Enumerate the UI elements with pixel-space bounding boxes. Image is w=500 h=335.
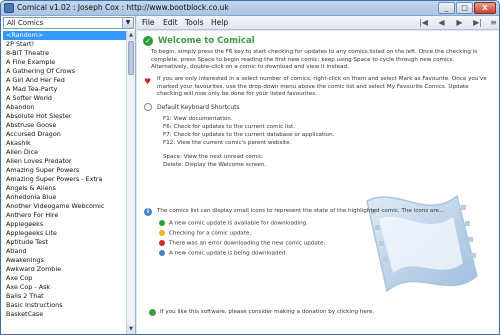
close-button[interactable]: X [474, 2, 496, 14]
first-comic-icon[interactable]: |◀ [417, 17, 430, 28]
next-comic-icon[interactable]: ▶ [453, 17, 466, 28]
comic-list-item[interactable]: Balls 2 That [3, 292, 126, 301]
app-icon [4, 3, 14, 13]
last-comic-icon[interactable]: ▶| [471, 17, 484, 28]
comic-list-item[interactable]: Anthero For Hire [3, 211, 126, 220]
shortcut-space: Space: View the next unread comic. [163, 154, 264, 160]
shortcut-f12: F12: View the current comic's parent web… [163, 140, 292, 146]
checkmark-icon: ✓ [143, 36, 153, 46]
menu-tools[interactable]: Tools [185, 18, 203, 27]
comic-list-item[interactable]: Awakenings [3, 256, 126, 265]
comic-list-item[interactable]: Atland [3, 247, 126, 256]
comic-list-item[interactable]: Abandon [3, 103, 126, 112]
shortcut-delete: Delete: Display the Welcome screen. [163, 162, 267, 168]
comic-list-item[interactable]: A Gathering Of Crows [3, 67, 126, 76]
comic-list-item[interactable]: Awkward Zombie [3, 265, 126, 274]
window-title: Comical v1.02 : Joseph Cox : http://www.… [17, 3, 229, 12]
comic-list-item[interactable]: A Mad Tea-Party [3, 85, 126, 94]
red-dot-icon [159, 240, 165, 246]
comic-list-item[interactable]: BasketCase [3, 310, 126, 319]
comic-list-item[interactable]: Alien Dice [3, 148, 126, 157]
comic-filter-value: All Comics [7, 19, 44, 27]
shortcut-f6: F6: Check for updates to the current com… [163, 124, 295, 130]
info-icon: i [144, 208, 152, 216]
view-options-icon[interactable]: ≡ [487, 17, 499, 28]
legend-new-available: A new comic update is available for down… [159, 220, 308, 227]
comic-list-item[interactable]: A Softer World [3, 94, 126, 103]
gear-icon [144, 103, 152, 111]
comic-list-item[interactable]: Aptitude Test [3, 238, 126, 247]
menu-bar: File Edit Tools Help |◀ ◀ ▶ ▶| ≡ [137, 16, 499, 30]
comic-list-item[interactable]: Applegeeks Lite [3, 229, 126, 238]
previous-comic-icon[interactable]: ◀ [435, 17, 448, 28]
favourites-paragraph: If you are only interested in a select n… [157, 76, 487, 97]
yellow-dot-icon [159, 230, 165, 236]
scroll-thumb[interactable] [128, 41, 134, 75]
comic-list-item[interactable]: Abstruse Goose [3, 121, 126, 130]
shortcut-f7: F7: Check for updates to the current dat… [163, 132, 335, 138]
title-bar[interactable]: Comical v1.02 : Joseph Cox : http://www.… [1, 1, 499, 16]
comic-list-pane: All Comics ▼ <Random> 2P Start! 8-BIT Thea… [1, 16, 136, 334]
menu-help[interactable]: Help [211, 18, 228, 27]
comic-list-item[interactable]: Accursed Dragon [3, 130, 126, 139]
green-dot-icon [159, 220, 165, 226]
comic-list-item[interactable]: Another Videogame Webcomic [3, 202, 126, 211]
comic-list-item[interactable]: A Fine Example [3, 58, 126, 67]
app-window: Comical v1.02 : Joseph Cox : http://www.… [0, 0, 500, 335]
scroll-down-icon[interactable]: ▼ [127, 325, 135, 334]
maximize-button[interactable]: □ [456, 2, 473, 14]
comic-filter-dropdown[interactable]: All Comics ▼ [3, 17, 134, 29]
comic-list-item[interactable]: A Girl And Her Fed [3, 76, 126, 85]
comic-list-item[interactable]: Akashik [3, 139, 126, 148]
welcome-panel: ✓ Welcome to Comical To begin, simply pr… [137, 31, 499, 334]
legend-downloading: A new comic update is being downloaded. [159, 250, 287, 257]
comic-list[interactable]: <Random> 2P Start! 8-BIT Theatre A Fine Exa… [3, 31, 126, 334]
comic-list-item[interactable]: Applegeeks [3, 220, 126, 229]
blue-dot-icon [159, 250, 165, 256]
donate-icon[interactable] [149, 309, 156, 316]
comic-list-item[interactable]: Amazing Super Powers [3, 166, 126, 175]
comic-list-item[interactable]: Alien Loves Predator [3, 157, 126, 166]
comic-list-item[interactable]: 8-BIT Theatre [3, 49, 126, 58]
shortcut-f1: F1: View documentation. [163, 116, 233, 122]
list-scrollbar[interactable]: ▲ ▼ [126, 31, 135, 334]
menu-file[interactable]: File [142, 18, 155, 27]
legend-error: There was an error downloading the new c… [159, 240, 325, 247]
comic-list-item[interactable]: 2P Start! [3, 40, 126, 49]
menu-edit[interactable]: Edit [163, 18, 178, 27]
comic-list-item[interactable]: Anhedonia Blue [3, 193, 126, 202]
minimize-button[interactable]: _ [438, 2, 455, 14]
donate-link[interactable]: If you like this software, please consid… [160, 309, 374, 315]
legend-checking: Checking for a comic update. [159, 230, 251, 237]
comic-list-item[interactable]: Axe Cop - Ask [3, 283, 126, 292]
comic-list-item[interactable]: <Random> [3, 31, 126, 40]
comic-list-item[interactable]: Basic Instructions [3, 301, 126, 310]
comic-list-item[interactable]: Axe Cop [3, 274, 126, 283]
film-reel-icon [366, 194, 478, 293]
heart-icon: ♥ [144, 77, 152, 86]
comic-list-item[interactable]: Absolute Hot Slester [3, 112, 126, 121]
shortcuts-heading: Default Keyboard Shortcuts [157, 104, 240, 111]
comic-list-item[interactable]: Angels & Aliens [3, 184, 126, 193]
comic-list-item[interactable]: Amazing Super Powers - Extra [3, 175, 126, 184]
icons-description: The comics list can display small icons … [157, 208, 445, 214]
intro-paragraph: To begin, simply press the F6 key to sta… [151, 49, 478, 70]
scroll-up-icon[interactable]: ▲ [127, 31, 135, 40]
welcome-title: Welcome to Comical [158, 36, 255, 46]
chevron-down-icon[interactable]: ▼ [122, 18, 133, 28]
